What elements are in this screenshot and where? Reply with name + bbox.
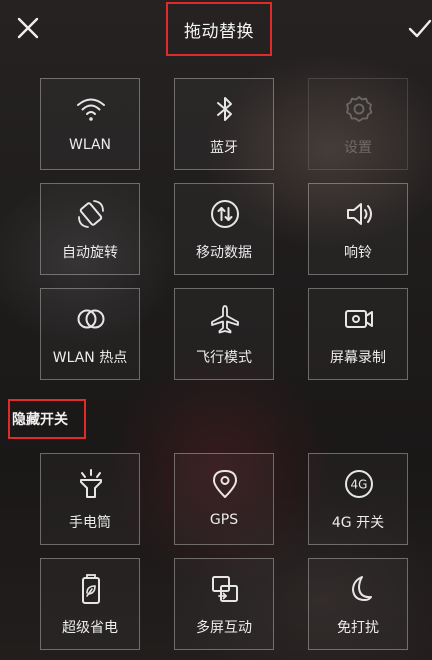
confirm-button[interactable]	[406, 14, 432, 42]
tile-label: 蓝牙	[210, 140, 238, 156]
settings-icon	[346, 96, 373, 122]
title-highlight: 拖动替换	[166, 2, 272, 56]
tile-bluetooth[interactable]: 蓝牙	[174, 78, 274, 170]
top-bar: 拖动替换	[0, 0, 432, 60]
ring-icon	[347, 203, 372, 225]
multi-screen-icon	[212, 576, 238, 602]
tile-label: 自动旋转	[62, 245, 118, 261]
tile-gps[interactable]: GPS	[174, 453, 274, 545]
airplane-icon	[211, 305, 239, 334]
check-icon	[408, 19, 432, 38]
screen-record-icon	[345, 310, 373, 328]
tile-mobile-data[interactable]: 移动数据	[174, 183, 274, 275]
tile-screen-record[interactable]: 屏幕录制	[308, 288, 408, 380]
tile-auto-rotate[interactable]: 自动旋转	[40, 183, 140, 275]
wifi-icon	[77, 98, 105, 121]
tile-label: 移动数据	[196, 245, 252, 261]
auto-rotate-icon	[78, 200, 104, 228]
hotspot-icon	[77, 309, 105, 329]
tile-airplane[interactable]: 飞行模式	[174, 288, 274, 380]
mobile-data-icon	[211, 200, 239, 228]
page-title: 拖动替换	[184, 21, 254, 42]
tile-wlan[interactable]: WLAN	[40, 78, 140, 170]
tile-do-not-disturb[interactable]: 免打扰	[308, 558, 408, 650]
tile-multi-screen[interactable]: 多屏互动	[174, 558, 274, 650]
close-button[interactable]	[14, 14, 42, 42]
tile-label: 4G 开关	[331, 515, 385, 531]
section-title: 隐藏开关	[12, 412, 68, 428]
tile-label: 设置	[344, 140, 372, 156]
tile-4g[interactable]: 4G 4G 开关	[308, 453, 408, 545]
tile-label: 多屏互动	[196, 620, 252, 636]
bluetooth-icon	[217, 97, 232, 121]
tile-label: 超级省电	[62, 620, 118, 636]
tile-battery-saver[interactable]: 超级省电	[40, 558, 140, 650]
tile-label: 屏幕录制	[330, 350, 386, 366]
battery-saver-icon	[82, 574, 100, 604]
gps-icon	[213, 470, 237, 498]
tile-ring[interactable]: 响铃	[308, 183, 408, 275]
do-not-disturb-icon	[352, 576, 372, 601]
tile-hotspot[interactable]: WLAN 热点	[40, 288, 140, 380]
tile-label: 飞行模式	[196, 350, 252, 366]
tile-settings[interactable]: 设置	[308, 78, 408, 170]
tile-label: GPS	[209, 512, 239, 528]
tile-label: 响铃	[344, 245, 372, 261]
hidden-section-highlight: 隐藏开关	[8, 399, 86, 439]
flashlight-icon	[80, 469, 102, 498]
tile-flashlight[interactable]: 手电筒	[40, 453, 140, 545]
tile-label: WLAN	[68, 137, 111, 153]
close-icon	[17, 17, 39, 39]
tile-label: 免打扰	[337, 620, 379, 636]
4g-icon: 4G	[345, 470, 373, 498]
tile-label: 手电筒	[69, 515, 111, 531]
tile-label: WLAN 热点	[52, 350, 128, 366]
4g-icon-text: 4G	[351, 478, 368, 492]
